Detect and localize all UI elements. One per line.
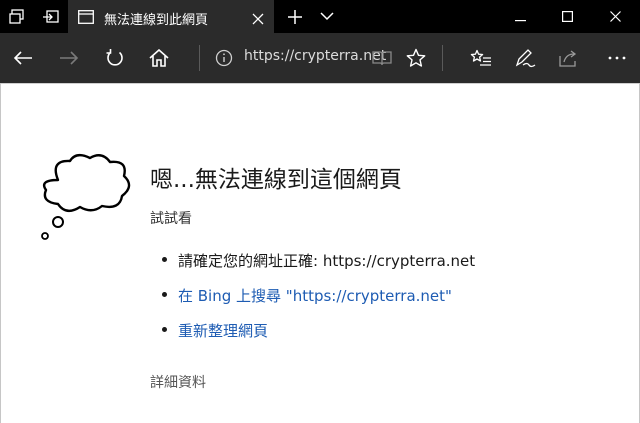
refresh-icon[interactable] (100, 33, 130, 83)
minimize-icon (514, 7, 526, 26)
maximize-icon (561, 7, 573, 26)
toolbar-separator (442, 45, 443, 71)
address-bar[interactable]: https://crypterra.net (244, 48, 386, 64)
tab-title: 無法連線到此網頁 (104, 13, 209, 28)
more-options-icon[interactable] (600, 33, 634, 83)
suggestions-subheading: 試試看 (150, 211, 192, 227)
close-icon (609, 7, 621, 26)
maximize-button[interactable] (544, 0, 590, 33)
back-arrow-icon[interactable] (8, 33, 38, 83)
refresh-page-link[interactable]: 重新整理網頁 (178, 320, 268, 341)
close-window-button[interactable] (592, 0, 638, 33)
share-icon[interactable] (554, 33, 584, 83)
error-heading: 嗯...無法連線到這個網頁 (150, 167, 402, 193)
home-icon[interactable] (144, 33, 174, 83)
close-tab-icon[interactable] (252, 10, 264, 29)
chevron-down-icon[interactable] (314, 0, 340, 33)
star-icon[interactable] (402, 33, 430, 83)
bullet (162, 292, 167, 297)
bing-search-link[interactable]: 在 Bing 上搜尋 "https://crypterra.net" (178, 285, 452, 306)
check-address-text: 請確定您的網址正確: https://crypterra.net (178, 252, 476, 270)
content-border-top (0, 83, 640, 84)
info-icon[interactable] (212, 33, 236, 83)
forward-arrow-icon[interactable] (54, 33, 84, 83)
page-icon (78, 9, 94, 28)
active-tab[interactable]: 無法連線到此網頁 (68, 0, 274, 33)
plus-icon[interactable] (282, 0, 308, 33)
book-icon[interactable] (369, 33, 395, 83)
bullet (162, 327, 167, 332)
title-bar: 無法連線到此網頁 (0, 0, 640, 33)
set-aside-tabs-icon[interactable] (34, 0, 68, 33)
tab-preview-icon[interactable] (0, 0, 34, 33)
pen-icon[interactable] (510, 33, 540, 83)
thought-cloud-icon (36, 152, 136, 248)
details-link[interactable]: 詳細資料 (150, 372, 206, 392)
minimize-button[interactable] (497, 0, 543, 33)
toolbar-separator (199, 45, 200, 71)
navigation-toolbar: https://crypterra.net (0, 33, 640, 83)
favorites-list-icon[interactable] (466, 33, 496, 83)
content-border-left (0, 83, 1, 423)
bullet (162, 257, 167, 262)
